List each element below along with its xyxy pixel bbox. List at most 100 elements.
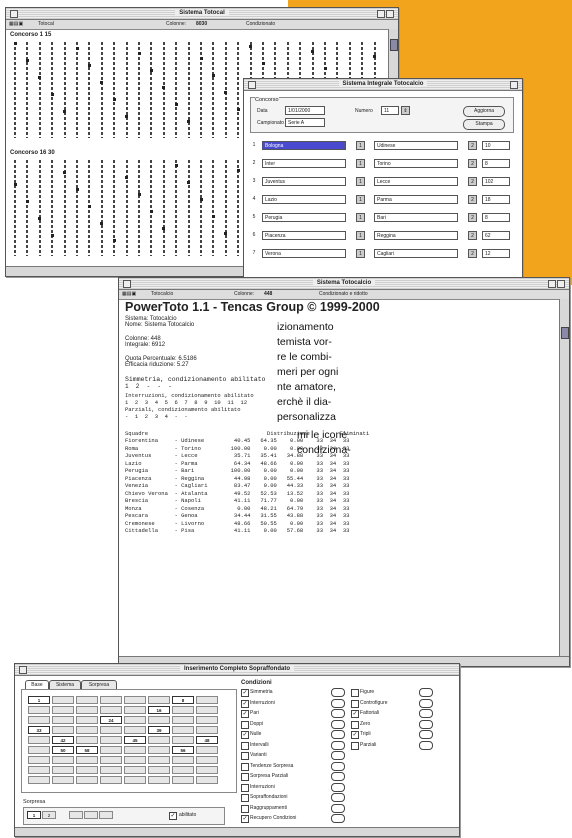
condition-toggle[interactable] (419, 709, 433, 718)
grid-cell[interactable]: 56 (172, 746, 194, 754)
grid-cell[interactable] (52, 696, 74, 704)
condition-toggle[interactable] (419, 730, 433, 739)
condition-toggle[interactable] (331, 730, 345, 739)
condition-toggle[interactable] (331, 688, 345, 697)
condition-checkbox[interactable] (351, 699, 359, 708)
grid-cell[interactable] (196, 726, 218, 734)
away-stepper[interactable]: 2 (468, 141, 477, 150)
sorpresa-cell[interactable] (69, 811, 83, 819)
aggiorna-button[interactable]: Aggiorna (463, 106, 505, 117)
grid-cell[interactable] (76, 726, 98, 734)
title-bar[interactable]: Sistema Integrale Totocalcio (244, 79, 522, 91)
grid-cell[interactable] (52, 706, 74, 714)
condition-checkbox[interactable]: ✓ (241, 710, 249, 718)
away-stepper[interactable]: 2 (468, 231, 477, 240)
grid-cell[interactable] (28, 746, 50, 754)
grid-cell[interactable] (100, 706, 122, 714)
condition-checkbox[interactable] (241, 741, 249, 750)
close-box-icon[interactable] (19, 666, 27, 674)
grid-cell[interactable] (76, 766, 98, 774)
grid-cell[interactable] (100, 756, 122, 764)
value-field[interactable]: 18 (482, 195, 510, 204)
grid-cell[interactable]: 50 (52, 746, 74, 754)
grid-cell[interactable] (172, 726, 194, 734)
grid-cell[interactable] (124, 756, 146, 764)
grid-cell[interactable] (172, 776, 194, 784)
numero-field[interactable]: 11 (381, 106, 399, 115)
condition-toggle[interactable] (419, 698, 433, 708)
grid-cell[interactable] (196, 706, 218, 714)
collapse-box-icon[interactable] (510, 81, 518, 89)
grid-cell[interactable] (148, 776, 170, 784)
home-stepper[interactable]: 1 (356, 159, 365, 168)
grid-cell[interactable] (172, 706, 194, 714)
away-team-field[interactable]: Lecce (374, 177, 458, 186)
condition-checkbox[interactable]: ✓ (351, 731, 359, 739)
collapse-box-icon[interactable] (557, 280, 565, 288)
grid-cell[interactable] (172, 756, 194, 764)
home-team-field[interactable]: Bologna (262, 141, 346, 150)
grid-cell[interactable]: 45 (124, 736, 146, 744)
condition-checkbox[interactable] (241, 773, 249, 781)
away-stepper[interactable]: 2 (468, 195, 477, 204)
grid-cell[interactable]: 16 (148, 706, 170, 714)
condition-checkbox[interactable] (241, 783, 249, 792)
condition-toggle[interactable] (331, 814, 345, 823)
grid-cell[interactable] (100, 766, 122, 774)
grid-cell[interactable]: 24 (100, 716, 122, 724)
grid-cell[interactable] (148, 756, 170, 764)
sorpresa-checkbox[interactable]: ✓ (169, 812, 177, 820)
grid-cell[interactable] (196, 696, 218, 704)
away-stepper[interactable]: 2 (468, 249, 477, 258)
condition-toggle[interactable] (331, 740, 345, 750)
home-stepper[interactable]: 1 (356, 141, 365, 150)
condition-checkbox[interactable] (241, 720, 249, 729)
condition-toggle[interactable] (419, 740, 433, 750)
grid-cell[interactable] (196, 776, 218, 784)
condition-checkbox[interactable] (241, 804, 249, 813)
grid-cell[interactable] (124, 696, 146, 704)
grid-cell[interactable] (76, 736, 98, 744)
grid-cell[interactable] (172, 716, 194, 724)
horizontal-scrollbar[interactable] (15, 827, 459, 836)
away-team-field[interactable]: Bari (374, 213, 458, 222)
zoom-box-icon[interactable] (377, 10, 385, 18)
condition-toggle[interactable] (331, 698, 345, 708)
data-field[interactable]: 1/01/2000 (285, 106, 325, 115)
grid-cell[interactable] (28, 756, 50, 764)
grid-cell[interactable] (196, 746, 218, 754)
sorpresa-cell[interactable]: 2 (42, 811, 56, 819)
value-field[interactable]: 12 (482, 249, 510, 258)
close-box-icon[interactable] (123, 280, 131, 288)
grid-cell[interactable] (124, 706, 146, 714)
grid-cell[interactable] (148, 716, 170, 724)
condition-checkbox[interactable] (351, 741, 359, 750)
campionato-field[interactable]: Serie A (285, 118, 325, 127)
grid-cell[interactable] (148, 766, 170, 774)
grid-cell[interactable] (124, 766, 146, 774)
grid-cell[interactable] (76, 706, 98, 714)
condition-toggle[interactable] (331, 751, 345, 760)
home-team-field[interactable]: Lazio (262, 195, 346, 204)
grid-cell[interactable] (76, 716, 98, 724)
home-stepper[interactable]: 1 (356, 213, 365, 222)
grid-cell[interactable]: 1 (28, 696, 50, 704)
grid-cell[interactable] (76, 756, 98, 764)
sorpresa-cell[interactable] (84, 811, 98, 819)
condition-toggle[interactable] (331, 782, 345, 792)
condition-toggle[interactable] (331, 772, 345, 781)
condition-checkbox[interactable] (351, 720, 359, 729)
title-bar[interactable]: Sistema Totocalcio (119, 278, 569, 290)
home-stepper[interactable]: 1 (356, 195, 365, 204)
scroll-thumb[interactable] (390, 39, 398, 51)
condition-checkbox[interactable]: ✓ (351, 710, 359, 718)
grid-cell[interactable] (28, 716, 50, 724)
collapse-box-icon[interactable] (386, 10, 394, 18)
grid-cell[interactable] (76, 696, 98, 704)
grid-cell[interactable] (100, 736, 122, 744)
condition-toggle[interactable] (331, 761, 345, 771)
grid-cell[interactable]: 39 (148, 726, 170, 734)
away-stepper[interactable]: 2 (468, 213, 477, 222)
condition-toggle[interactable] (331, 709, 345, 718)
value-field[interactable]: 62 (482, 231, 510, 240)
